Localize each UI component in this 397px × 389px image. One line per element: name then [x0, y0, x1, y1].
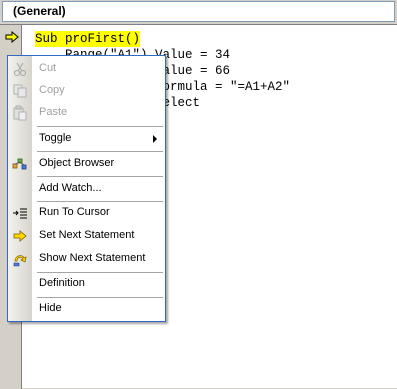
show-next-statement-icon	[13, 255, 27, 267]
menu-item-label: Object Browser	[39, 157, 115, 169]
menu-item-label: Set Next Statement	[39, 229, 135, 241]
menu-separator	[37, 176, 163, 177]
menu-item-label: Show Next Statement	[39, 252, 146, 264]
context-menu: Cut Copy Paste Toggle Object Browser Add…	[7, 55, 166, 322]
menu-item-copy: Copy	[8, 80, 165, 102]
menu-item-set-next-statement[interactable]: Set Next Statement	[8, 225, 165, 247]
menu-item-label: Copy	[39, 84, 65, 96]
menu-item-label: Definition	[39, 277, 85, 289]
menu-item-object-browser[interactable]: Object Browser	[8, 153, 165, 175]
execution-pointer-icon	[5, 31, 19, 43]
menu-item-definition[interactable]: Definition	[8, 273, 165, 295]
menu-separator	[37, 126, 163, 127]
menu-item-label: Toggle	[39, 132, 72, 144]
menu-item-label: Run To Cursor	[39, 206, 110, 218]
copy-icon	[13, 84, 27, 98]
cut-icon	[13, 62, 27, 77]
menu-item-run-to-cursor[interactable]: Run To Cursor	[8, 202, 165, 224]
set-next-statement-icon	[13, 230, 27, 242]
menu-item-show-next-statement[interactable]: Show Next Statement	[8, 248, 165, 270]
menu-item-label: Cut	[39, 62, 57, 74]
menu-item-label: Hide	[39, 302, 62, 314]
run-to-cursor-icon	[13, 208, 27, 219]
menu-separator	[37, 151, 163, 152]
menu-item-cut: Cut	[8, 58, 165, 80]
menu-item-paste: Paste	[8, 102, 165, 124]
object-browser-icon	[12, 158, 27, 170]
menu-item-label: Paste	[39, 106, 68, 118]
vba-code-window: (General) Sub proFirst() Range("A1").Val…	[0, 0, 397, 389]
object-dropdown[interactable]: (General)	[2, 1, 395, 22]
menu-item-label: Add Watch...	[39, 182, 102, 194]
menu-item-toggle[interactable]: Toggle	[8, 128, 165, 150]
menu-item-add-watch[interactable]: Add Watch...	[8, 178, 165, 200]
submenu-arrow-icon	[153, 135, 157, 143]
code-line-current[interactable]: Sub proFirst()	[35, 31, 141, 47]
menu-item-hide[interactable]: Hide	[8, 298, 165, 320]
paste-icon	[13, 105, 27, 121]
